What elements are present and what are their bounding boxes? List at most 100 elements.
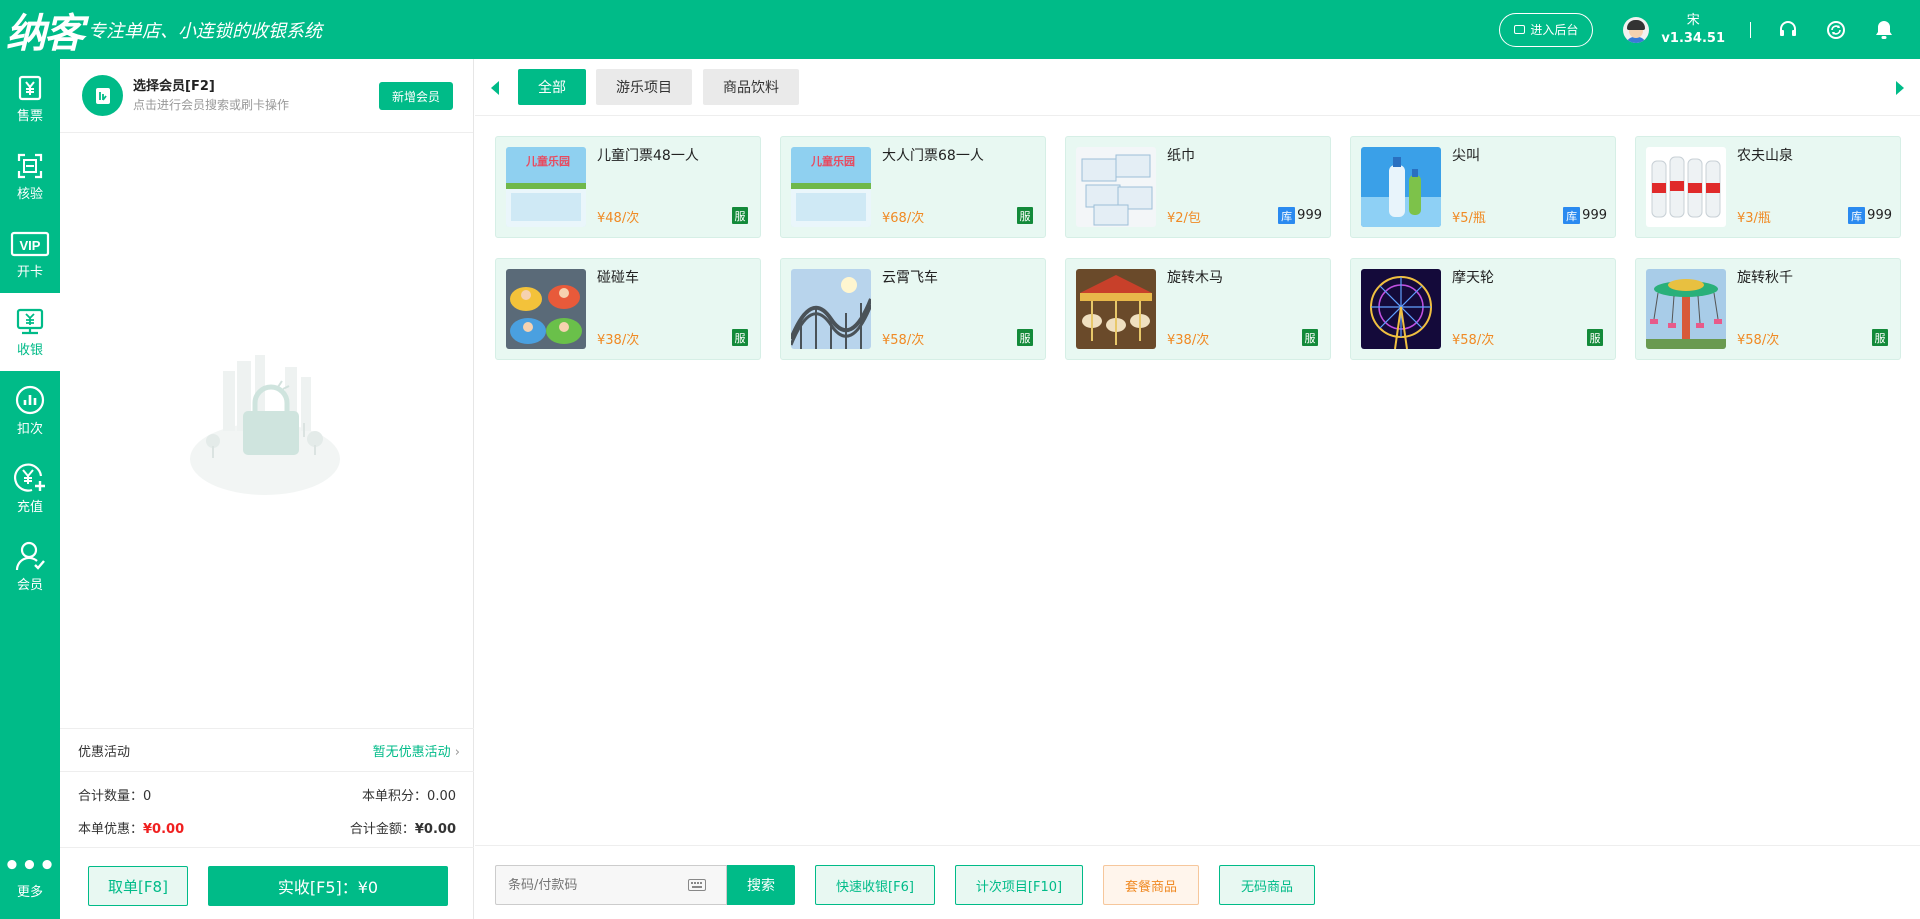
product-image	[1361, 269, 1441, 349]
search-button[interactable]: 搜索	[727, 865, 795, 905]
scroll-left-icon[interactable]	[491, 81, 499, 95]
product-name: 尖叫	[1452, 148, 1480, 164]
sidebar-item-label: 售票	[16, 108, 43, 124]
product-image: 儿童乐园	[791, 147, 871, 227]
service-badge: 服	[732, 207, 748, 224]
user-info: 宋 v1.34.51	[1661, 12, 1725, 48]
sidebar-item-deduct[interactable]: 扣次	[0, 371, 60, 449]
product-card[interactable]: 旋转秋千 ¥58/次 服	[1635, 258, 1901, 360]
combo-goods-button[interactable]: 套餐商品	[1103, 865, 1199, 905]
stock-count: 999	[1297, 208, 1322, 223]
scroll-right-icon[interactable]	[1896, 81, 1904, 95]
headset-icon[interactable]	[1776, 18, 1800, 42]
product-name: 碰碰车	[597, 270, 639, 286]
order-total: 合计金额：¥0.00	[350, 818, 456, 837]
recharge-icon	[14, 463, 45, 492]
summary-row-2: 本单优惠：¥0.00 合计金额：¥0.00	[78, 818, 456, 837]
refresh-icon[interactable]	[1824, 18, 1848, 42]
vip-card-icon: VIP	[10, 231, 50, 256]
product-image: 儿童乐园	[506, 147, 586, 227]
stock-indicator: 库 999	[1848, 207, 1892, 224]
stock-count: 999	[1867, 208, 1892, 223]
product-price: ¥5/瓶	[1452, 211, 1486, 226]
product-card[interactable]: 碰碰车 ¥38/次 服	[495, 258, 761, 360]
order-discount-label: 本单优惠：	[78, 822, 144, 837]
avatar[interactable]	[1623, 16, 1650, 43]
top-header: 纳客 专注单店、小连锁的收银系统 进入后台 宋 v1.34.51	[0, 0, 1920, 59]
product-name: 农夫山泉	[1737, 148, 1793, 164]
cashier-icon	[16, 308, 44, 334]
order-points-value: 0.00	[427, 789, 456, 804]
order-discount-value: ¥0.00	[143, 822, 185, 837]
sidebar-item-label: 核验	[16, 186, 43, 202]
product-price: ¥48/次	[597, 211, 640, 226]
order-points: 本单积分：0.00	[362, 785, 456, 804]
brand-logo: 纳客 专注单店、小连锁的收银系统	[0, 0, 322, 59]
order-discount: 本单优惠：¥0.00	[78, 818, 184, 837]
new-member-button[interactable]: 新增会员	[378, 82, 453, 110]
product-card[interactable]: 旋转木马 ¥38/次 服	[1065, 258, 1331, 360]
product-card[interactable]: 尖叫 ¥5/瓶 库 999	[1350, 136, 1616, 238]
member-icon	[15, 541, 45, 570]
empty-cart-illustration	[175, 349, 355, 503]
enter-backend-button[interactable]: 进入后台	[1499, 12, 1594, 47]
sidebar-item-member[interactable]: 会员	[0, 527, 60, 605]
product-card[interactable]: 农夫山泉 ¥3/瓶 库 999	[1635, 136, 1901, 238]
barcode-search-field[interactable]	[495, 865, 727, 905]
product-name: 儿童门票48一人	[597, 148, 699, 164]
svg-text:儿童乐园: 儿童乐园	[525, 154, 570, 168]
service-badge: 服	[1302, 329, 1318, 346]
product-price: ¥68/次	[882, 211, 925, 226]
service-badge: 服	[1872, 329, 1888, 346]
pay-button[interactable]: 实收[F5]：¥0	[208, 866, 448, 906]
tab-rides[interactable]: 游乐项目	[596, 69, 692, 105]
barcode-input[interactable]	[508, 877, 678, 893]
total-qty-value: 0	[143, 789, 152, 804]
divider	[1750, 21, 1751, 38]
tab-all[interactable]: 全部	[518, 69, 586, 105]
bell-icon[interactable]	[1872, 18, 1896, 42]
take-order-button[interactable]: 取单[F8]	[88, 866, 188, 906]
no-code-goods-button[interactable]: 无码商品	[1219, 865, 1315, 905]
sidebar-item-open-card[interactable]: VIP 开卡	[0, 215, 60, 293]
tab-goods[interactable]: 商品饮料	[703, 69, 799, 105]
logo-slogan: 专注单店、小连锁的收银系统	[88, 20, 322, 42]
product-name: 云霄飞车	[882, 270, 938, 286]
product-card[interactable]: 摩天轮 ¥58/次 服	[1350, 258, 1616, 360]
product-card[interactable]: 儿童乐园 儿童门票48一人 ¥48/次 服	[495, 136, 761, 238]
product-price: ¥38/次	[597, 333, 640, 348]
product-card[interactable]: 纸巾 ¥2/包 库 999	[1065, 136, 1331, 238]
sidebar-more[interactable]: ••• 更多	[0, 839, 60, 919]
app-version: v1.34.51	[1661, 30, 1725, 46]
ticket-yen-icon	[18, 75, 42, 100]
total-qty-label: 合计数量：	[78, 789, 144, 804]
stock-badge: 库	[1848, 207, 1866, 224]
product-name: 大人门票68一人	[882, 148, 984, 164]
product-price: ¥58/次	[882, 333, 925, 348]
product-card[interactable]: 云霄飞车 ¥58/次 服	[780, 258, 1046, 360]
total-qty: 合计数量：0	[78, 785, 151, 804]
sidebar-item-verify[interactable]: 核验	[0, 137, 60, 215]
product-card[interactable]: 儿童乐园 大人门票68一人 ¥68/次 服	[780, 136, 1046, 238]
sidebar-item-label: 收银	[16, 342, 43, 358]
promotion-link[interactable]: 暂无优惠活动 ›	[373, 741, 460, 760]
sidebar-item-cashier[interactable]: 收银	[0, 293, 60, 371]
svg-text:VIP: VIP	[20, 238, 41, 253]
member-selector[interactable]: 选择会员[F2] 点击进行会员搜索或刷卡操作 新增会员	[60, 59, 473, 133]
product-image	[1361, 147, 1441, 227]
service-badge: 服	[732, 329, 748, 346]
product-price: ¥58/次	[1452, 333, 1495, 348]
stock-badge: 库	[1563, 207, 1581, 224]
sidebar-item-sell-ticket[interactable]: 售票	[0, 59, 60, 137]
sidebar-item-label: 会员	[16, 577, 43, 593]
logo-mark: 纳客	[6, 9, 84, 57]
stock-count: 999	[1582, 208, 1607, 223]
promotion-row[interactable]: 优惠活动 暂无优惠活动 ›	[60, 728, 474, 772]
quick-cashier-button[interactable]: 快速收银[F6]	[815, 865, 935, 905]
order-footer: 取单[F8] 实收[F5]：¥0	[60, 847, 474, 919]
sidebar-item-recharge[interactable]: 充值	[0, 449, 60, 527]
count-items-button[interactable]: 计次项目[F10]	[955, 865, 1083, 905]
keyboard-icon[interactable]	[688, 879, 706, 891]
order-panel: 选择会员[F2] 点击进行会员搜索或刷卡操作 新增会员 优惠活动 暂无优惠活动 …	[60, 59, 474, 919]
product-panel: 全部 游乐项目 商品饮料 儿童乐园 儿童门票48一人 ¥48/次 服 儿童乐园 …	[475, 59, 1920, 919]
